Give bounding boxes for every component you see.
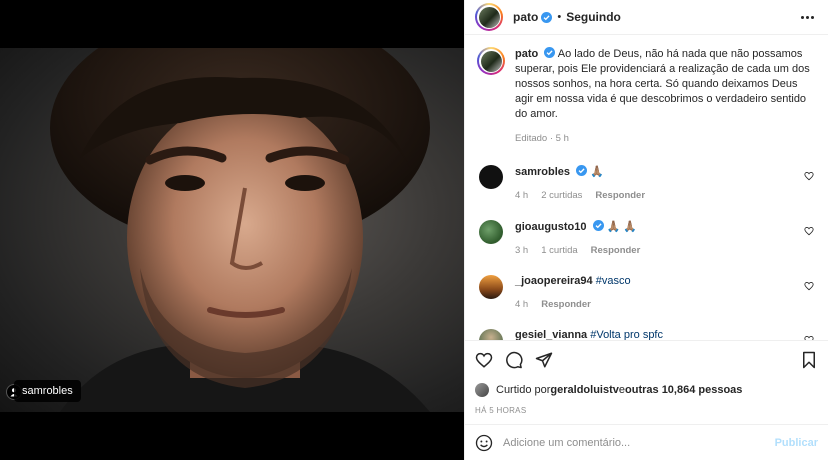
post-timestamp[interactable]: HÁ 5 HORAS — [475, 406, 818, 415]
post-actions: Curtido por geraldoluistv e outras 10,86… — [465, 340, 828, 424]
emoji-smiley-icon[interactable] — [475, 434, 493, 452]
comment-item: samrobles 🙏🏽 4 h 2 curtidas Responder — [477, 165, 816, 201]
reply-button[interactable]: Responder — [541, 299, 591, 310]
author-username[interactable]: pato — [513, 10, 538, 24]
reply-button[interactable]: Responder — [591, 245, 641, 256]
commenter-avatar[interactable] — [479, 275, 503, 299]
comment-time[interactable]: 4 h — [515, 299, 528, 310]
save-bookmark-icon[interactable] — [800, 351, 818, 369]
caption-text: Ao lado de Deus, não há nada que não pos… — [515, 48, 810, 120]
like-comment-heart-icon[interactable] — [804, 335, 814, 340]
add-comment-input[interactable] — [503, 436, 775, 449]
commenter-avatar[interactable] — [479, 329, 503, 340]
comment-likes[interactable]: 1 curtida — [541, 245, 577, 256]
author-avatar[interactable] — [475, 3, 503, 31]
like-comment-heart-icon[interactable] — [804, 226, 814, 236]
verified-badge-icon — [541, 11, 553, 23]
share-send-icon[interactable] — [535, 351, 553, 369]
commenter-username[interactable]: _joaopereira94 — [515, 275, 593, 287]
verified-badge-icon — [544, 47, 556, 58]
comment-time[interactable]: 4 h — [515, 190, 528, 201]
more-options-icon[interactable] — [797, 10, 818, 25]
add-comment-bar: Publicar — [465, 424, 828, 460]
comment-text: 🙏🏽 🙏🏽 — [606, 221, 638, 233]
portrait-image — [50, 48, 430, 412]
comments-list[interactable]: pato Ao lado de Deus, não há nada que nã… — [465, 35, 828, 340]
liked-by-prefix: Curtido por — [496, 384, 551, 396]
post-caption: pato Ao lado de Deus, não há nada que nã… — [477, 47, 816, 146]
comment-item: gesiel_vianna #Volta pro spfc — [477, 329, 816, 340]
commenter-avatar[interactable] — [479, 220, 503, 244]
verified-badge-icon — [592, 220, 604, 231]
comment-item: gioaugusto10 🙏🏽 🙏🏽 3 h 1 curtida Respond… — [477, 220, 816, 256]
separator-dot: • — [557, 11, 562, 23]
like-comment-heart-icon[interactable] — [804, 171, 814, 181]
caption-username[interactable]: pato — [515, 48, 538, 60]
media-area: samrobles — [0, 0, 464, 460]
commenter-username[interactable]: gioaugusto10 — [515, 221, 587, 233]
comment-item: _joaopereira94 #vasco 4 h Responder — [477, 275, 816, 310]
like-heart-icon[interactable] — [475, 351, 493, 369]
comment-bubble-icon[interactable] — [505, 351, 523, 369]
comment-hashtag[interactable]: #vasco — [596, 275, 631, 287]
post-modal: samrobles pato • Seguindo pato Ao lado d… — [0, 0, 828, 460]
comment-hashtag[interactable]: #Volta pro spfc — [590, 329, 663, 340]
follow-status-button[interactable]: Seguindo — [566, 10, 621, 24]
commenter-avatar[interactable] — [479, 165, 503, 189]
liker-avatar[interactable] — [475, 383, 489, 397]
publish-button[interactable]: Publicar — [775, 437, 818, 449]
liked-by-summary: Curtido por geraldoluistv e outras 10,86… — [475, 383, 818, 397]
reply-button[interactable]: Responder — [595, 190, 645, 201]
comment-likes[interactable]: 2 curtidas — [541, 190, 582, 201]
verified-badge-icon — [576, 165, 588, 176]
liked-by-user[interactable]: geraldoluistv — [550, 384, 618, 396]
liked-by-others[interactable]: outras 10,864 pessoas — [625, 384, 742, 396]
comment-text: 🙏🏽 — [590, 166, 604, 178]
commenter-username[interactable]: gesiel_vianna — [515, 329, 587, 340]
like-comment-heart-icon[interactable] — [804, 281, 814, 291]
post-photo[interactable] — [0, 48, 464, 412]
post-header: pato • Seguindo — [465, 0, 828, 35]
commenter-username[interactable]: samrobles — [515, 166, 570, 178]
comment-time[interactable]: 3 h — [515, 245, 528, 256]
tagged-user-label[interactable]: samrobles — [14, 380, 81, 402]
post-sidebar: pato • Seguindo pato Ao lado de Deus, nã… — [464, 0, 828, 460]
caption-author-avatar[interactable] — [477, 47, 505, 75]
caption-meta: Editado · 5 h — [515, 133, 569, 144]
